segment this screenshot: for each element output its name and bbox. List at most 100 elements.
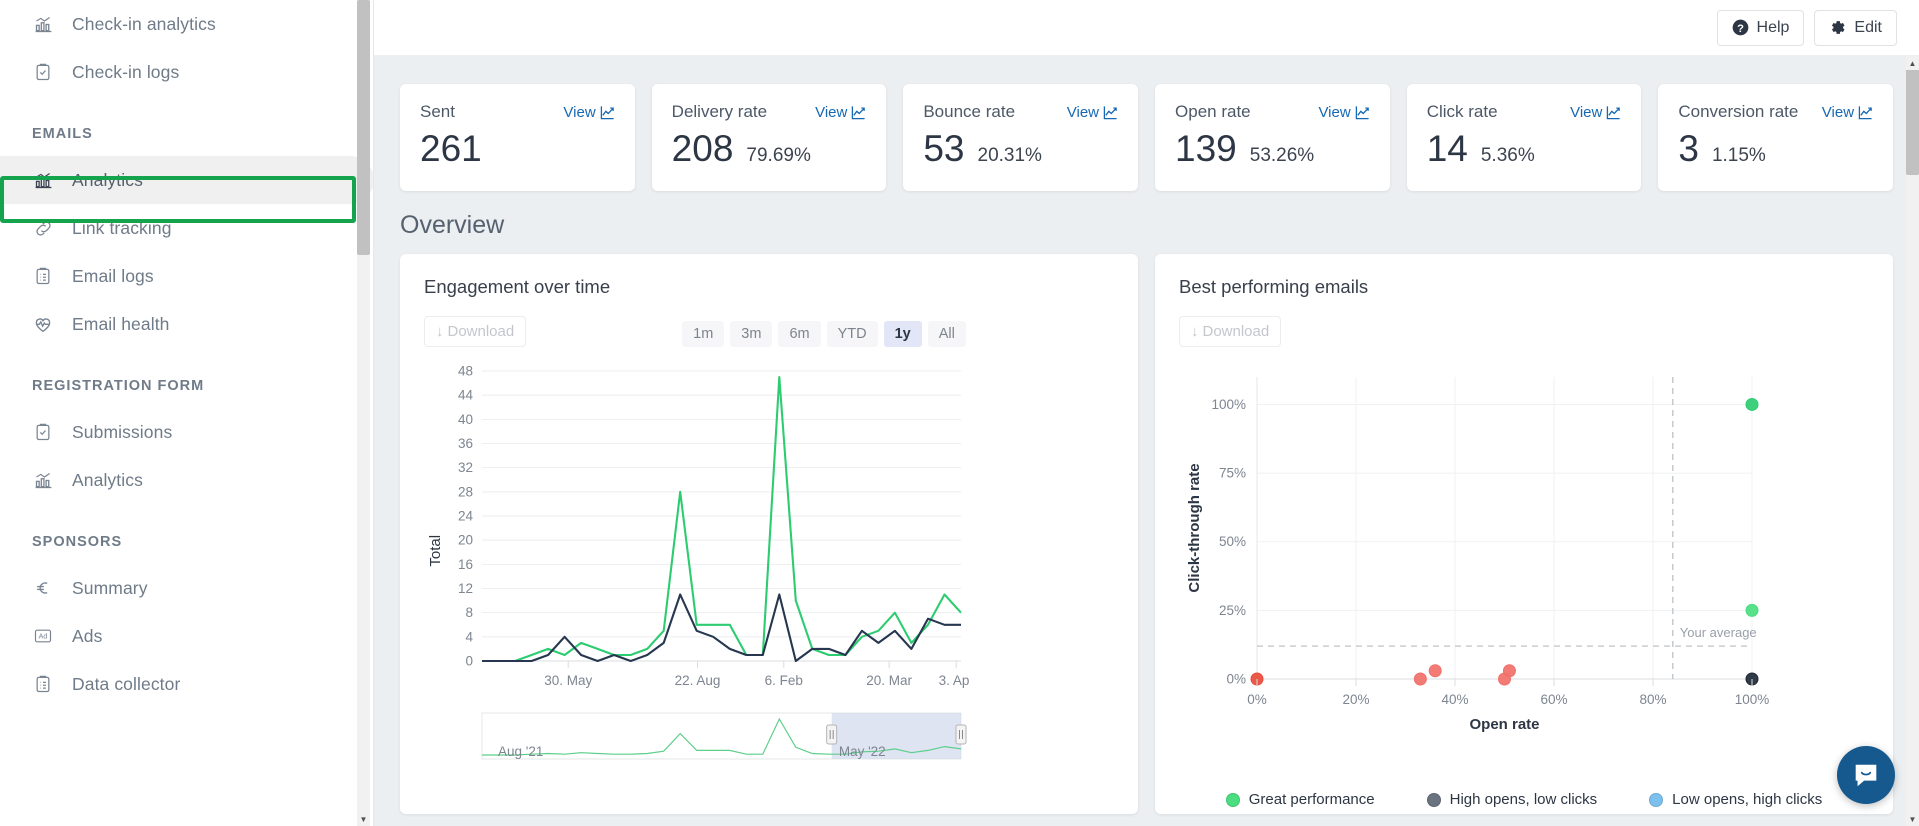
stat-card-view-link[interactable]: View (1067, 104, 1118, 121)
legend-item-low-opens-high-clicks[interactable]: Low opens, high clicks (1649, 791, 1822, 808)
range-button-all[interactable]: All (927, 321, 966, 348)
range-button-6m[interactable]: 6m (778, 321, 821, 348)
sidebar-item-check-in-logs[interactable]: Check-in logs (0, 48, 374, 96)
stat-view-label: View (1318, 104, 1351, 121)
sidebar-item-email-health[interactable]: Email health (0, 300, 374, 348)
svg-text:60%: 60% (1540, 692, 1567, 707)
best-performing-chart: 0% 25% 50% 75% 100% Your average 0% 20% 40% 60% 80… (1179, 363, 1869, 753)
topbar: ? Help Edit (374, 0, 1919, 56)
sidebar-item-submissions[interactable]: Submissions (0, 408, 374, 456)
main-area: ? Help Edit Sent View 261 Delivery rate View… (374, 0, 1919, 826)
stat-view-label: View (1821, 104, 1855, 121)
legend-color-dot (1426, 792, 1441, 807)
sidebar-scrollbar-thumb[interactable] (357, 0, 370, 255)
sidebar-section-emails: EMAILS (32, 126, 93, 142)
chart-line-small-icon (851, 105, 866, 120)
best-panel-title: Best performing emails (1179, 276, 1369, 298)
sidebar-item-email-logs[interactable]: Email logs (0, 252, 374, 300)
best-download-button[interactable]: ↓ Download (1179, 316, 1282, 348)
stat-card-view-link[interactable]: View (1570, 104, 1621, 121)
content-scroll-area: Sent View 261 Delivery rate View 208 79.69% Bou… (374, 56, 1919, 826)
stat-card-header: Click rate View (1427, 102, 1622, 122)
sidebar-item-link-tracking[interactable]: Link tracking (0, 204, 374, 252)
stat-card-header: Bounce rate View (923, 102, 1118, 122)
ad-icon: Ad (32, 625, 54, 647)
sidebar-item-summary[interactable]: Summary (0, 564, 374, 612)
svg-text:4: 4 (465, 630, 473, 645)
stat-card-title: Conversion rate (1678, 102, 1799, 121)
chat-widget-button[interactable] (1837, 746, 1895, 804)
range-button-1m[interactable]: 1m (682, 321, 725, 348)
svg-text:40: 40 (458, 412, 473, 427)
clipboard-check-icon (32, 421, 54, 443)
range-button-ytd[interactable]: YTD (826, 321, 878, 348)
svg-text:20: 20 (458, 533, 473, 548)
svg-text:8: 8 (465, 606, 473, 621)
svg-text:48: 48 (458, 364, 473, 379)
svg-text:20%: 20% (1342, 692, 1369, 707)
sidebar-item-label: Submissions (72, 421, 173, 442)
range-button-1y[interactable]: 1y (883, 321, 922, 348)
stat-card-open-rate: Open rate View 139 53.26% (1155, 84, 1390, 192)
engagement-line-chart-svg[interactable]: 04812162024283236404448Total30. May 22. A… (424, 361, 969, 781)
sidebar-item-ads[interactable]: Ad Ads (0, 612, 374, 660)
sidebar-scroll-down-arrow[interactable]: ▼ (357, 812, 370, 826)
help-button-label: Help (1756, 18, 1790, 36)
main-scroll-down-arrow[interactable]: ▼ (1906, 812, 1919, 826)
stat-card-title: Click rate (1426, 102, 1498, 121)
range-button-3m[interactable]: 3m (730, 321, 773, 348)
stat-card-percent: 5.36% (1480, 145, 1535, 166)
stat-view-label: View (1066, 104, 1100, 121)
svg-text:Click-through rate: Click-through rate (1186, 464, 1203, 593)
svg-text:32: 32 (458, 461, 473, 476)
svg-text:0: 0 (465, 654, 473, 669)
main-scroll-up-arrow[interactable]: ▲ (1906, 56, 1919, 70)
help-button[interactable]: ? Help (1716, 9, 1805, 46)
sidebar-item-analytics[interactable]: Analytics (0, 456, 374, 504)
svg-text:80%: 80% (1639, 692, 1666, 707)
svg-text:44: 44 (458, 388, 474, 403)
sidebar-item-data-collector[interactable]: Data collector (0, 660, 374, 708)
stat-card-value: 208 (671, 128, 734, 169)
stat-card-view-link[interactable]: View (1318, 104, 1369, 121)
engagement-download-label: Download (447, 323, 515, 341)
stat-card-view-link[interactable]: View (1822, 104, 1873, 121)
stat-card-view-link[interactable]: View (815, 104, 866, 121)
sidebar-item-check-in-analytics[interactable]: Check-in analytics (0, 0, 374, 48)
stat-card-title: Sent (420, 102, 455, 121)
main-scrollbar-thumb[interactable] (1906, 60, 1919, 175)
edit-button[interactable]: Edit (1814, 9, 1897, 46)
app-root: Check-in analytics Check-in logs EMAILS Ana… (0, 0, 1919, 826)
stat-card-values: 208 79.69% (672, 128, 867, 169)
chart-line-small-icon (600, 105, 615, 120)
svg-text:100%: 100% (1211, 397, 1246, 412)
stat-card-percent: 79.69% (746, 145, 811, 166)
legend-item-great-performance[interactable]: Great performance (1225, 791, 1375, 808)
stat-card-header: Sent View (420, 102, 615, 122)
stat-cards-row: Sent View 261 Delivery rate View 208 79.69% Bou… (400, 56, 1894, 192)
legend-item-high-opens-low-clicks[interactable]: High opens, low clicks (1426, 791, 1598, 809)
stat-card-view-link[interactable]: View (563, 104, 614, 121)
svg-text:6. Feb: 6. Feb (765, 673, 803, 688)
legend-label: High opens, low clicks (1449, 791, 1598, 809)
edit-button-label: Edit (1854, 18, 1882, 36)
sidebar-item-label: Check-in analytics (72, 13, 216, 34)
svg-text:36: 36 (458, 436, 473, 451)
sidebar-section-registration-form: REGISTRATION FORM (32, 378, 205, 394)
euro-icon (32, 577, 54, 599)
stat-card-value: 261 (420, 128, 482, 169)
stat-card-value: 53 (923, 128, 965, 169)
stat-card-values: 139 53.26% (1175, 128, 1370, 169)
svg-text:16: 16 (458, 557, 473, 572)
svg-text:28: 28 (458, 485, 473, 500)
best-performing-scatter-svg[interactable]: 0% 25% 50% 75% 100% Your average 0% 20% 40% 60% 80… (1179, 363, 1774, 753)
best-performing-emails-panel: Best performing emails ↓ Download 0% 25% 5… (1155, 254, 1893, 815)
sidebar-item-analytics[interactable]: Analytics (0, 156, 374, 204)
download-arrow-icon: ↓ (436, 323, 444, 341)
svg-text:25%: 25% (1219, 603, 1246, 618)
svg-text:75%: 75% (1219, 466, 1246, 481)
engagement-download-button[interactable]: ↓ Download (424, 316, 527, 348)
svg-text:Your average: Your average (1680, 625, 1757, 640)
stat-card-conversion-rate: Conversion rate View 3 1.15% (1658, 84, 1894, 192)
engagement-panel-title: Engagement over time (424, 276, 611, 298)
